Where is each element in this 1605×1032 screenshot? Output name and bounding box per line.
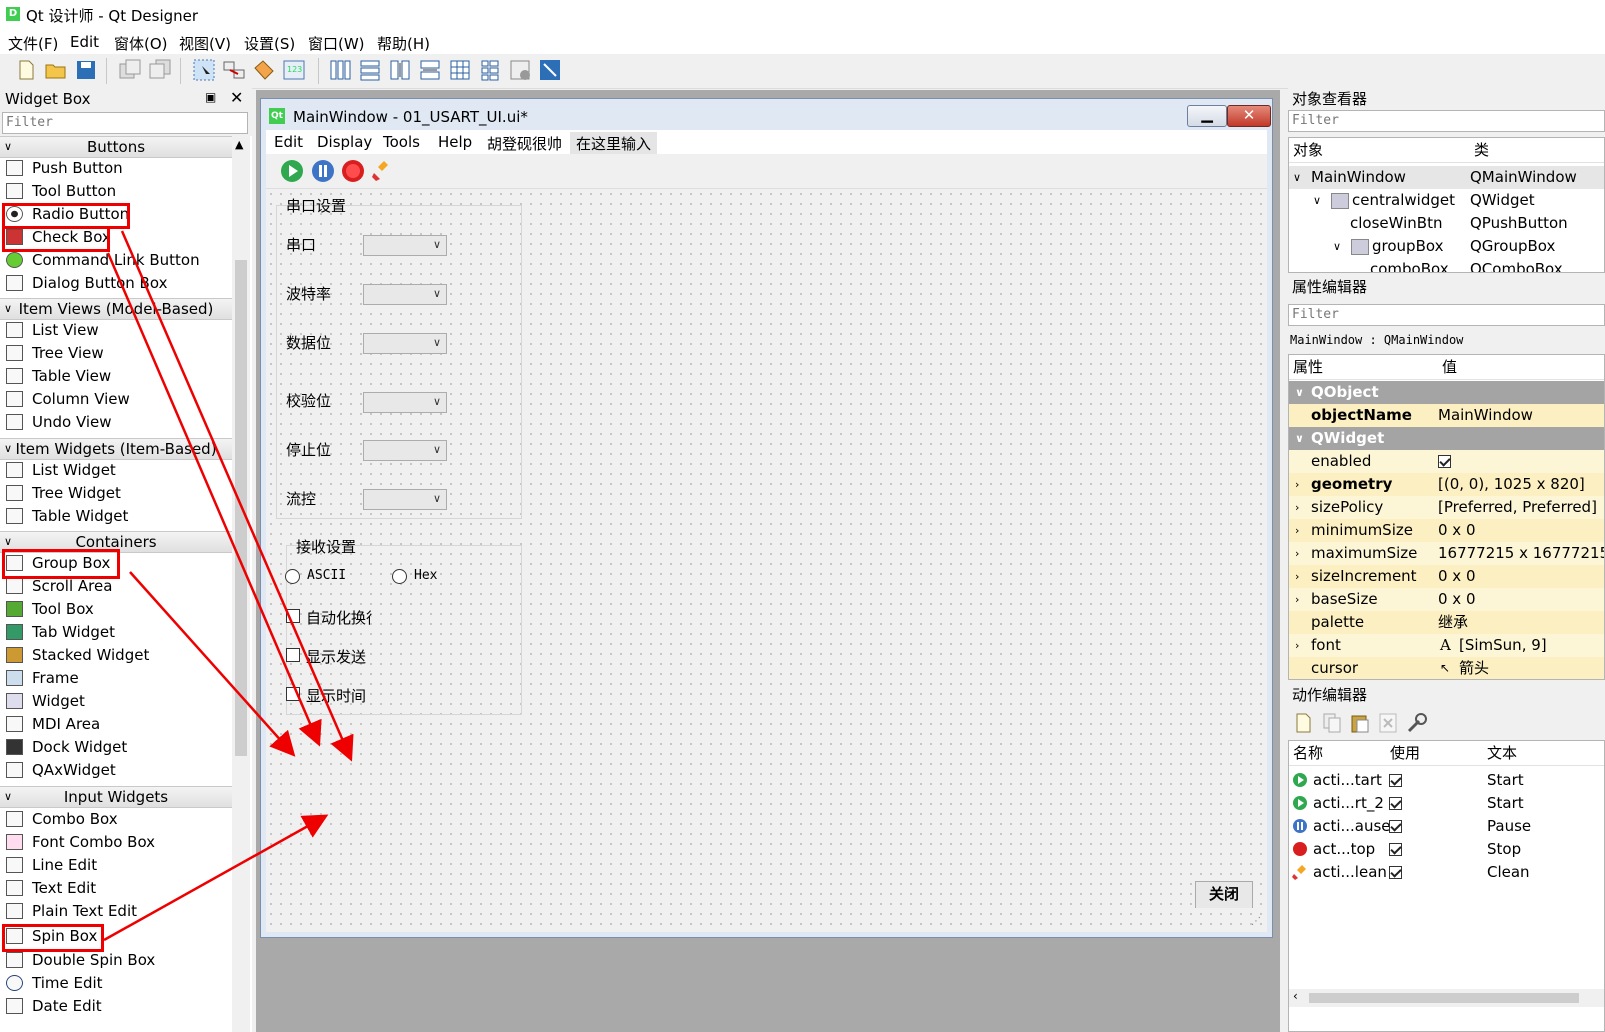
chevron-right-icon: ›: [1295, 593, 1300, 606]
arrow-check-box: [106, 252, 322, 747]
stop-icon: [1293, 842, 1307, 856]
property-context: MainWindow : QMainWindow: [1290, 333, 1464, 347]
delete-action-icon[interactable]: [1378, 712, 1398, 734]
prop-enabled[interactable]: enabled: [1289, 450, 1604, 474]
action-table: 名称 使用 文本 acti...tart Start acti...rt_2 S…: [1288, 740, 1605, 1032]
tree-row-centralwidget[interactable]: ∨ centralwidget QWidget: [1289, 189, 1604, 212]
tree-row-combobox[interactable]: comboBox QComboBox: [1289, 258, 1604, 272]
chevron-right-icon: ›: [1295, 570, 1300, 583]
col-property[interactable]: 属性: [1289, 355, 1442, 380]
group-qwidget[interactable]: ∨ QWidget: [1289, 427, 1604, 451]
used-checkbox[interactable]: [1389, 843, 1402, 856]
chevron-down-icon: ∨: [1293, 171, 1302, 184]
broom-icon: [1292, 865, 1306, 880]
object-tree: 对象 类 ∨ MainWindow QMainWindow ∨ centralw…: [1288, 137, 1605, 273]
widget-icon: [1331, 193, 1349, 209]
action-row-start-2[interactable]: acti...rt_2 Start: [1289, 792, 1604, 815]
chevron-down-icon: ∨: [1295, 386, 1304, 399]
chevron-right-icon: ›: [1295, 547, 1300, 560]
scroll-left-icon[interactable]: ‹: [1293, 989, 1298, 1003]
group-box-icon: [1351, 239, 1369, 255]
used-checkbox[interactable]: [1389, 820, 1402, 833]
tree-row-groupbox[interactable]: ∨ groupBox QGroupBox: [1289, 235, 1604, 258]
used-checkbox[interactable]: [1389, 797, 1402, 810]
pause-icon: [1293, 819, 1307, 833]
new-action-icon[interactable]: [1294, 712, 1314, 734]
action-toolbar: [1288, 708, 1605, 738]
action-row-clean[interactable]: acti...lean Clean: [1289, 861, 1604, 884]
prop-basesize[interactable]: › baseSize 0 x 0: [1289, 588, 1604, 612]
col-class[interactable]: 类: [1470, 138, 1604, 163]
used-checkbox[interactable]: [1389, 866, 1402, 879]
enabled-checkbox[interactable]: [1438, 455, 1451, 468]
action-row-stop[interactable]: act...top Stop: [1289, 838, 1604, 861]
action-row-pause[interactable]: acti...ause Pause: [1289, 815, 1604, 838]
chevron-right-icon: ›: [1295, 478, 1300, 491]
col-text[interactable]: 文本: [1483, 741, 1604, 766]
chevron-down-icon: ∨: [1333, 240, 1342, 253]
used-checkbox[interactable]: [1389, 774, 1402, 787]
chevron-down-icon: ∨: [1313, 194, 1322, 207]
object-inspector-title: 对象查看器: [1288, 88, 1605, 110]
tree-row-closewinbtn[interactable]: closeWinBtn QPushButton: [1289, 212, 1604, 235]
col-object[interactable]: 对象: [1289, 138, 1474, 163]
prop-objectname[interactable]: objectName MainWindow: [1289, 404, 1604, 428]
action-editor-title: 动作编辑器: [1288, 684, 1605, 706]
prop-font[interactable]: › font A [SimSun, 9]: [1289, 634, 1604, 658]
play-icon: [1293, 773, 1307, 787]
group-qobject[interactable]: ∨ QObject: [1289, 381, 1604, 405]
font-icon: A: [1440, 636, 1451, 654]
configure-icon[interactable]: [1406, 712, 1428, 734]
action-row-start[interactable]: acti...tart Start: [1289, 769, 1604, 792]
prop-sizeincrement[interactable]: › sizeIncrement 0 x 0: [1289, 565, 1604, 589]
chevron-right-icon: ›: [1295, 524, 1300, 537]
scrollbar-thumb[interactable]: [1309, 993, 1579, 1003]
paste-action-icon[interactable]: [1350, 712, 1370, 734]
object-inspector-filter[interactable]: Filter: [1288, 110, 1605, 132]
prop-geometry[interactable]: › geometry [(0, 0), 1025 x 820]: [1289, 473, 1604, 497]
property-editor-filter[interactable]: Filter: [1288, 304, 1605, 326]
chevron-down-icon: ∨: [1295, 432, 1304, 445]
copy-action-icon[interactable]: [1322, 712, 1342, 734]
col-name[interactable]: 名称: [1289, 741, 1390, 766]
prop-maximumsize[interactable]: › maximumSize 16777215 x 16777215: [1289, 542, 1604, 566]
arrow-spin-box: [103, 814, 329, 942]
col-value[interactable]: 值: [1438, 355, 1604, 380]
arrow-cursor-icon: ↖: [1440, 661, 1451, 675]
prop-sizepolicy[interactable]: › sizePolicy [Preferred, Preferred]: [1289, 496, 1604, 520]
col-used[interactable]: 使用: [1386, 741, 1487, 766]
arrow-group-box: [129, 571, 296, 757]
play-icon: [1293, 796, 1307, 810]
chevron-right-icon: ›: [1295, 639, 1300, 652]
arrow-radio-button: [120, 230, 354, 762]
prop-palette[interactable]: palette 继承: [1289, 611, 1604, 635]
prop-minimumsize[interactable]: › minimumSize 0 x 0: [1289, 519, 1604, 543]
action-h-scrollbar[interactable]: ‹: [1289, 989, 1604, 1007]
tree-row-mainwindow[interactable]: ∨ MainWindow QMainWindow: [1289, 166, 1604, 189]
chevron-right-icon: ›: [1295, 501, 1300, 514]
property-table: 属性 值 ∨ QObject objectName MainWindow ∨ QWid…: [1288, 354, 1605, 680]
property-editor-title: 属性编辑器: [1288, 276, 1605, 298]
prop-cursor[interactable]: cursor ↖ 箭头: [1289, 657, 1604, 679]
